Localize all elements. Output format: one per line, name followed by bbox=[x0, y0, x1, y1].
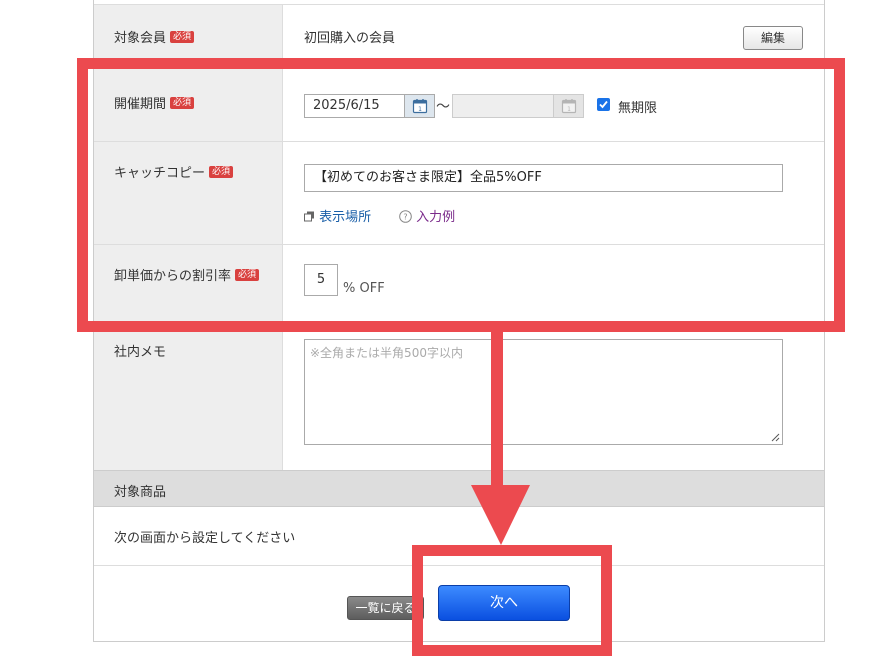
target-members-label-text: 対象会員 bbox=[114, 31, 167, 46]
highlight-box-fields bbox=[77, 58, 845, 332]
products-note: 次の画面から設定してください bbox=[114, 531, 296, 546]
row-label-cell: 社内メモ bbox=[94, 322, 283, 470]
target-members-label: 対象会員 必須 bbox=[114, 27, 195, 46]
required-badge: 必須 bbox=[170, 30, 195, 43]
products-section-header: 対象商品 bbox=[94, 470, 824, 507]
edit-button[interactable]: 編集 bbox=[743, 26, 803, 50]
row-label-cell: 対象会員 必須 bbox=[94, 5, 283, 65]
row-target-members: 対象会員 必須 bbox=[94, 4, 824, 65]
products-header-text: 対象商品 bbox=[114, 485, 167, 500]
memo-label: 社内メモ bbox=[114, 341, 166, 360]
resize-handle-icon[interactable] bbox=[771, 433, 780, 442]
target-members-value: 初回購入の会員 bbox=[304, 31, 396, 46]
memo-label-text: 社内メモ bbox=[114, 345, 167, 360]
highlight-box-next bbox=[412, 545, 612, 656]
memo-placeholder: ※全角または半角500字以内 bbox=[310, 346, 463, 360]
memo-textarea[interactable]: ※全角または半角500字以内 bbox=[304, 339, 783, 445]
